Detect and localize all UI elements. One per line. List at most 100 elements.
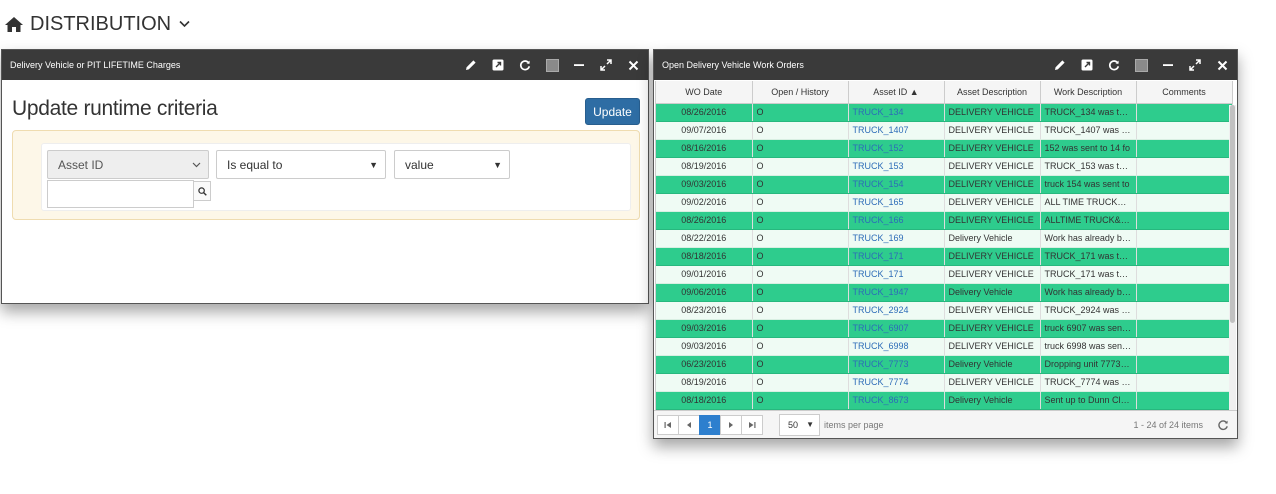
asset-id-link[interactable]: TRUCK_6907 (848, 319, 945, 338)
color-square-icon[interactable] (545, 58, 559, 72)
maximize-icon[interactable] (599, 58, 613, 72)
pencil-icon[interactable] (464, 58, 478, 72)
asset-id-link[interactable]: TRUCK_7774 (848, 373, 945, 392)
asset-id-link[interactable]: TRUCK_153 (848, 157, 945, 176)
comments-cell (1136, 337, 1233, 356)
table-row[interactable]: 09/07/2016 O TRUCK_1407 DELIVERY VEHICLE TRU… (656, 121, 1233, 140)
column-header-asset-id[interactable]: Asset ID ▲ (848, 81, 945, 104)
last-page-icon[interactable] (741, 414, 763, 435)
caret-down-icon: ▼ (369, 159, 378, 170)
column-header-work-description[interactable]: Work Description (1040, 81, 1137, 104)
table-row[interactable]: 08/18/2016 O TRUCK_8673 Delivery Vehicle Sen… (656, 391, 1233, 410)
close-icon[interactable] (1215, 58, 1229, 72)
asset-description-cell: DELIVERY VEHICLE (944, 373, 1041, 392)
page-number-button[interactable]: 1 (699, 414, 721, 435)
vertical-scrollbar[interactable] (1229, 105, 1236, 430)
asset-id-link[interactable]: TRUCK_165 (848, 193, 945, 212)
field-select[interactable]: Asset ID (47, 150, 209, 179)
scrollbar-thumb[interactable] (1230, 105, 1235, 323)
table-row[interactable]: 09/03/2016 O TRUCK_6998 DELIVERY VEHICLE tru… (656, 337, 1233, 356)
chevron-down-icon[interactable] (179, 20, 190, 28)
next-page-icon[interactable] (720, 414, 742, 435)
comments-cell (1136, 283, 1233, 302)
table-row[interactable]: 08/19/2016 O TRUCK_153 DELIVERY VEHICLE TRUC… (656, 157, 1233, 176)
chevron-down-icon (192, 160, 201, 170)
asset-id-link[interactable]: TRUCK_134 (848, 103, 945, 122)
asset-id-link[interactable]: TRUCK_1947 (848, 283, 945, 302)
work-description-cell: Dropping unit 7773 off (1040, 355, 1137, 374)
color-square-icon[interactable] (1134, 58, 1148, 72)
wo-date-cell: 08/22/2016 (656, 229, 753, 248)
asset-id-link[interactable]: TRUCK_6998 (848, 337, 945, 356)
refresh-icon[interactable] (1217, 419, 1229, 431)
minimize-icon[interactable] (1161, 58, 1175, 72)
refresh-icon[interactable] (518, 58, 532, 72)
refresh-icon[interactable] (1107, 58, 1121, 72)
wo-date-cell: 08/18/2016 (656, 247, 753, 266)
items-per-page-label: items per page (824, 419, 884, 430)
table-row[interactable]: 08/19/2016 O TRUCK_7774 DELIVERY VEHICLE TRU… (656, 373, 1233, 392)
page-size-select[interactable]: 50 ▼ (779, 413, 820, 436)
table-row[interactable]: 08/22/2016 O TRUCK_169 Delivery Vehicle Work… (656, 229, 1233, 248)
comments-cell (1136, 175, 1233, 194)
wo-date-cell: 09/03/2016 (656, 319, 753, 338)
column-header-asset-description[interactable]: Asset Description (944, 81, 1041, 104)
asset-id-link[interactable]: TRUCK_2924 (848, 301, 945, 320)
asset-id-link[interactable]: TRUCK_1407 (848, 121, 945, 140)
asset-id-link[interactable]: TRUCK_169 (848, 229, 945, 248)
table-row[interactable]: 09/03/2016 O TRUCK_154 DELIVERY VEHICLE truc… (656, 175, 1233, 194)
asset-id-link[interactable]: TRUCK_152 (848, 139, 945, 158)
external-link-icon[interactable] (1080, 58, 1094, 72)
external-link-icon[interactable] (491, 58, 505, 72)
pencil-icon[interactable] (1053, 58, 1067, 72)
criteria-value-input[interactable] (47, 180, 194, 208)
work-description-cell: Sent up to Dunn Clark (1040, 391, 1137, 410)
asset-id-link[interactable]: TRUCK_7773 (848, 355, 945, 374)
work-description-cell: TRUCK_171 was taken out (1040, 265, 1137, 284)
column-header-open-history[interactable]: Open / History (752, 81, 849, 104)
asset-description-cell: DELIVERY VEHICLE (944, 103, 1041, 122)
grid-header-row: WO Date Open / History Asset ID ▲ Asset … (656, 81, 1233, 104)
wo-date-cell: 08/18/2016 (656, 391, 753, 410)
value-mode-select[interactable]: value ▼ (394, 150, 510, 179)
minimize-icon[interactable] (572, 58, 586, 72)
page-header[interactable]: DISTRIBUTION (4, 10, 190, 38)
table-row[interactable]: 08/18/2016 O TRUCK_171 DELIVERY VEHICLE TRUC… (656, 247, 1233, 266)
asset-id-link[interactable]: TRUCK_171 (848, 247, 945, 266)
work-description-cell: truck 6907 was sent to (1040, 319, 1137, 338)
asset-id-link[interactable]: TRUCK_166 (848, 211, 945, 230)
table-row[interactable]: 09/02/2016 O TRUCK_165 DELIVERY VEHICLE ALL … (656, 193, 1233, 212)
operator-select[interactable]: Is equal to ▼ (216, 150, 386, 179)
asset-id-link[interactable]: TRUCK_171 (848, 265, 945, 284)
asset-id-link[interactable]: TRUCK_154 (848, 175, 945, 194)
previous-page-icon[interactable] (678, 414, 700, 435)
caret-down-icon: ▼ (493, 159, 502, 170)
asset-description-cell: DELIVERY VEHICLE (944, 265, 1041, 284)
comments-cell (1136, 139, 1233, 158)
update-button[interactable]: Update (585, 98, 640, 125)
table-row[interactable]: 08/26/2016 O TRUCK_134 DELIVERY VEHICLE TRUC… (656, 103, 1233, 122)
search-icon[interactable] (193, 181, 211, 201)
asset-id-link[interactable]: TRUCK_8673 (848, 391, 945, 410)
maximize-icon[interactable] (1188, 58, 1202, 72)
table-row[interactable]: 06/23/2016 O TRUCK_7773 Delivery Vehicle Dro… (656, 355, 1233, 374)
first-page-icon[interactable] (657, 414, 679, 435)
status-cell: O (752, 265, 849, 284)
table-row[interactable]: 09/01/2016 O TRUCK_171 DELIVERY VEHICLE TRUC… (656, 265, 1233, 284)
status-cell: O (752, 355, 849, 374)
table-row[interactable]: 09/03/2016 O TRUCK_6907 DELIVERY VEHICLE tru… (656, 319, 1233, 338)
wo-date-cell: 08/26/2016 (656, 103, 753, 122)
table-row[interactable]: 08/23/2016 O TRUCK_2924 DELIVERY VEHICLE TRU… (656, 301, 1233, 320)
table-row[interactable]: 08/16/2016 O TRUCK_152 DELIVERY VEHICLE 152 … (656, 139, 1233, 158)
asset-description-cell: Delivery Vehicle (944, 391, 1041, 410)
wo-date-cell: 08/23/2016 (656, 301, 753, 320)
work-description-cell: Work has already been (1040, 283, 1137, 302)
table-row[interactable]: 09/06/2016 O TRUCK_1947 Delivery Vehicle Wor… (656, 283, 1233, 302)
column-header-wo-date[interactable]: WO Date (656, 81, 753, 104)
column-header-comments[interactable]: Comments (1136, 81, 1233, 104)
work-description-cell: truck 6998 was sent to (1040, 337, 1137, 356)
wo-date-cell: 08/19/2016 (656, 157, 753, 176)
work-description-cell: TRUCK_2924 was taken out (1040, 301, 1137, 320)
close-icon[interactable] (626, 58, 640, 72)
table-row[interactable]: 08/26/2016 O TRUCK_166 DELIVERY VEHICLE ALLT… (656, 211, 1233, 230)
